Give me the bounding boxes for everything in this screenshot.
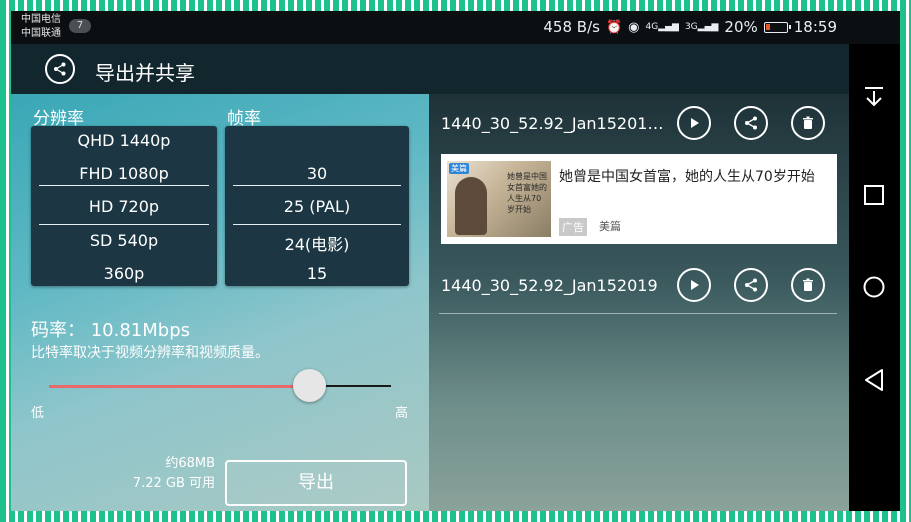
play-button[interactable]: [677, 106, 711, 140]
size-estimate: 约68MB: [165, 456, 215, 471]
delete-button[interactable]: [791, 106, 825, 140]
signal-3g-icon: 3G▂▄▆: [684, 22, 719, 32]
bitrate-description: 比特率取决于视频分辨率和视频质量。: [31, 345, 269, 361]
carrier-labels: 中国电信 中国联通: [21, 13, 61, 41]
nav-recents-button[interactable]: [863, 184, 885, 210]
triangle-back-icon: [865, 369, 883, 391]
ad-thumb-text: 她曾是中国女首富她的人生从70岁开始: [507, 172, 547, 214]
net-speed: 458 B/s: [543, 18, 600, 36]
nav-home-button[interactable]: [863, 276, 885, 302]
export-button[interactable]: 导出: [225, 460, 407, 506]
notification-badge: 7: [69, 19, 91, 33]
share-icon: [745, 278, 757, 292]
slider-high-label: 高: [395, 406, 409, 421]
storage-available: 7.22 GB 可用: [132, 476, 215, 491]
share-icon: [54, 62, 66, 76]
share-button[interactable]: [734, 106, 768, 140]
square-icon: [864, 185, 884, 205]
export-settings-panel: 分辨率 帧率 QHD 1440p FHD 1080p HD 720p SD 54…: [11, 94, 429, 511]
battery-icon: [763, 21, 791, 33]
circle-icon: [863, 276, 885, 298]
status-bar: 中国电信 中国联通 7 458 B/s ⏰ ◉ 4G▂▄▆ 3G▂▄▆ 20% …: [11, 11, 900, 44]
play-button[interactable]: [677, 268, 711, 302]
framerate-option[interactable]: 15: [225, 264, 409, 283]
system-nav-bar: [849, 44, 900, 511]
ad-card[interactable]: 美篇 她曾是中国女首富她的人生从70岁开始 她曾是中国女首富，她的人生从70岁开…: [441, 154, 837, 244]
resolution-option[interactable]: 360p: [31, 264, 217, 283]
signal-4g-icon: 4G▂▄▆: [645, 22, 679, 32]
ad-thumb-logo: 美篇: [449, 163, 469, 174]
ad-title: 她曾是中国女首富，她的人生从70岁开始: [559, 169, 815, 185]
selection-line-bottom: [39, 224, 209, 225]
resolution-option[interactable]: SD 540p: [31, 231, 217, 250]
page-title: 导出并共享: [95, 61, 195, 85]
phone-screen: 中国电信 中国联通 7 458 B/s ⏰ ◉ 4G▂▄▆ 3G▂▄▆ 20% …: [11, 11, 900, 511]
framerate-option-selected[interactable]: 25 (PAL): [225, 197, 409, 216]
share-icon: [745, 116, 757, 130]
play-icon: [691, 280, 699, 290]
selection-line-top: [39, 185, 209, 186]
selection-line-bottom: [233, 224, 401, 225]
share-back-button[interactable]: [45, 54, 75, 84]
exported-videos-panel: 1440_30_52.92_Jan15201… 美篇 她曾是中国女首富她的人生从…: [429, 94, 849, 511]
bitrate-value: 码率： 10.81Mbps: [31, 320, 191, 341]
carrier-2: 中国联通: [21, 28, 61, 39]
eye-icon: ◉: [628, 19, 640, 35]
play-icon: [691, 118, 699, 128]
nav-back-button[interactable]: [863, 368, 885, 396]
ad-source: 美篇: [599, 220, 621, 233]
resolution-option[interactable]: FHD 1080p: [31, 164, 217, 183]
video-name: 1440_30_52.92_Jan152019: [441, 276, 658, 295]
list-divider: [439, 313, 837, 314]
nav-pulldown-button[interactable]: [863, 86, 885, 112]
trash-icon: [803, 278, 813, 291]
ad-figure: [455, 177, 487, 235]
share-button[interactable]: [734, 268, 768, 302]
framerate-option[interactable]: 24(电影): [225, 231, 409, 255]
resolution-option-selected[interactable]: HD 720p: [31, 197, 217, 216]
app-bar: 导出并共享: [11, 44, 849, 94]
framerate-picker[interactable]: 30 25 (PAL) 24(电影) 15: [225, 126, 409, 286]
framerate-option[interactable]: 30: [225, 164, 409, 183]
ad-tag: 广告: [559, 218, 587, 236]
selection-line-top: [233, 185, 401, 186]
arrow-down-icon: [865, 87, 883, 107]
carrier-1: 中国电信: [21, 14, 61, 25]
resolution-option[interactable]: QHD 1440p: [31, 131, 217, 150]
quality-slider-thumb[interactable]: [292, 369, 326, 402]
battery-percent: 20%: [724, 18, 758, 36]
video-name: 1440_30_52.92_Jan15201…: [441, 114, 664, 133]
alarm-icon: ⏰: [605, 19, 623, 35]
status-indicators: 458 B/s ⏰ ◉ 4G▂▄▆ 3G▂▄▆ 20% 18:59: [543, 18, 837, 36]
quality-slider-track-filled[interactable]: [49, 385, 309, 388]
delete-button[interactable]: [791, 268, 825, 302]
clock: 18:59: [793, 18, 837, 36]
ad-thumbnail: 美篇 她曾是中国女首富她的人生从70岁开始: [447, 161, 551, 237]
trash-icon: [803, 116, 813, 129]
resolution-picker[interactable]: QHD 1440p FHD 1080p HD 720p SD 540p 360p: [31, 126, 217, 286]
slider-low-label: 低: [31, 406, 45, 421]
